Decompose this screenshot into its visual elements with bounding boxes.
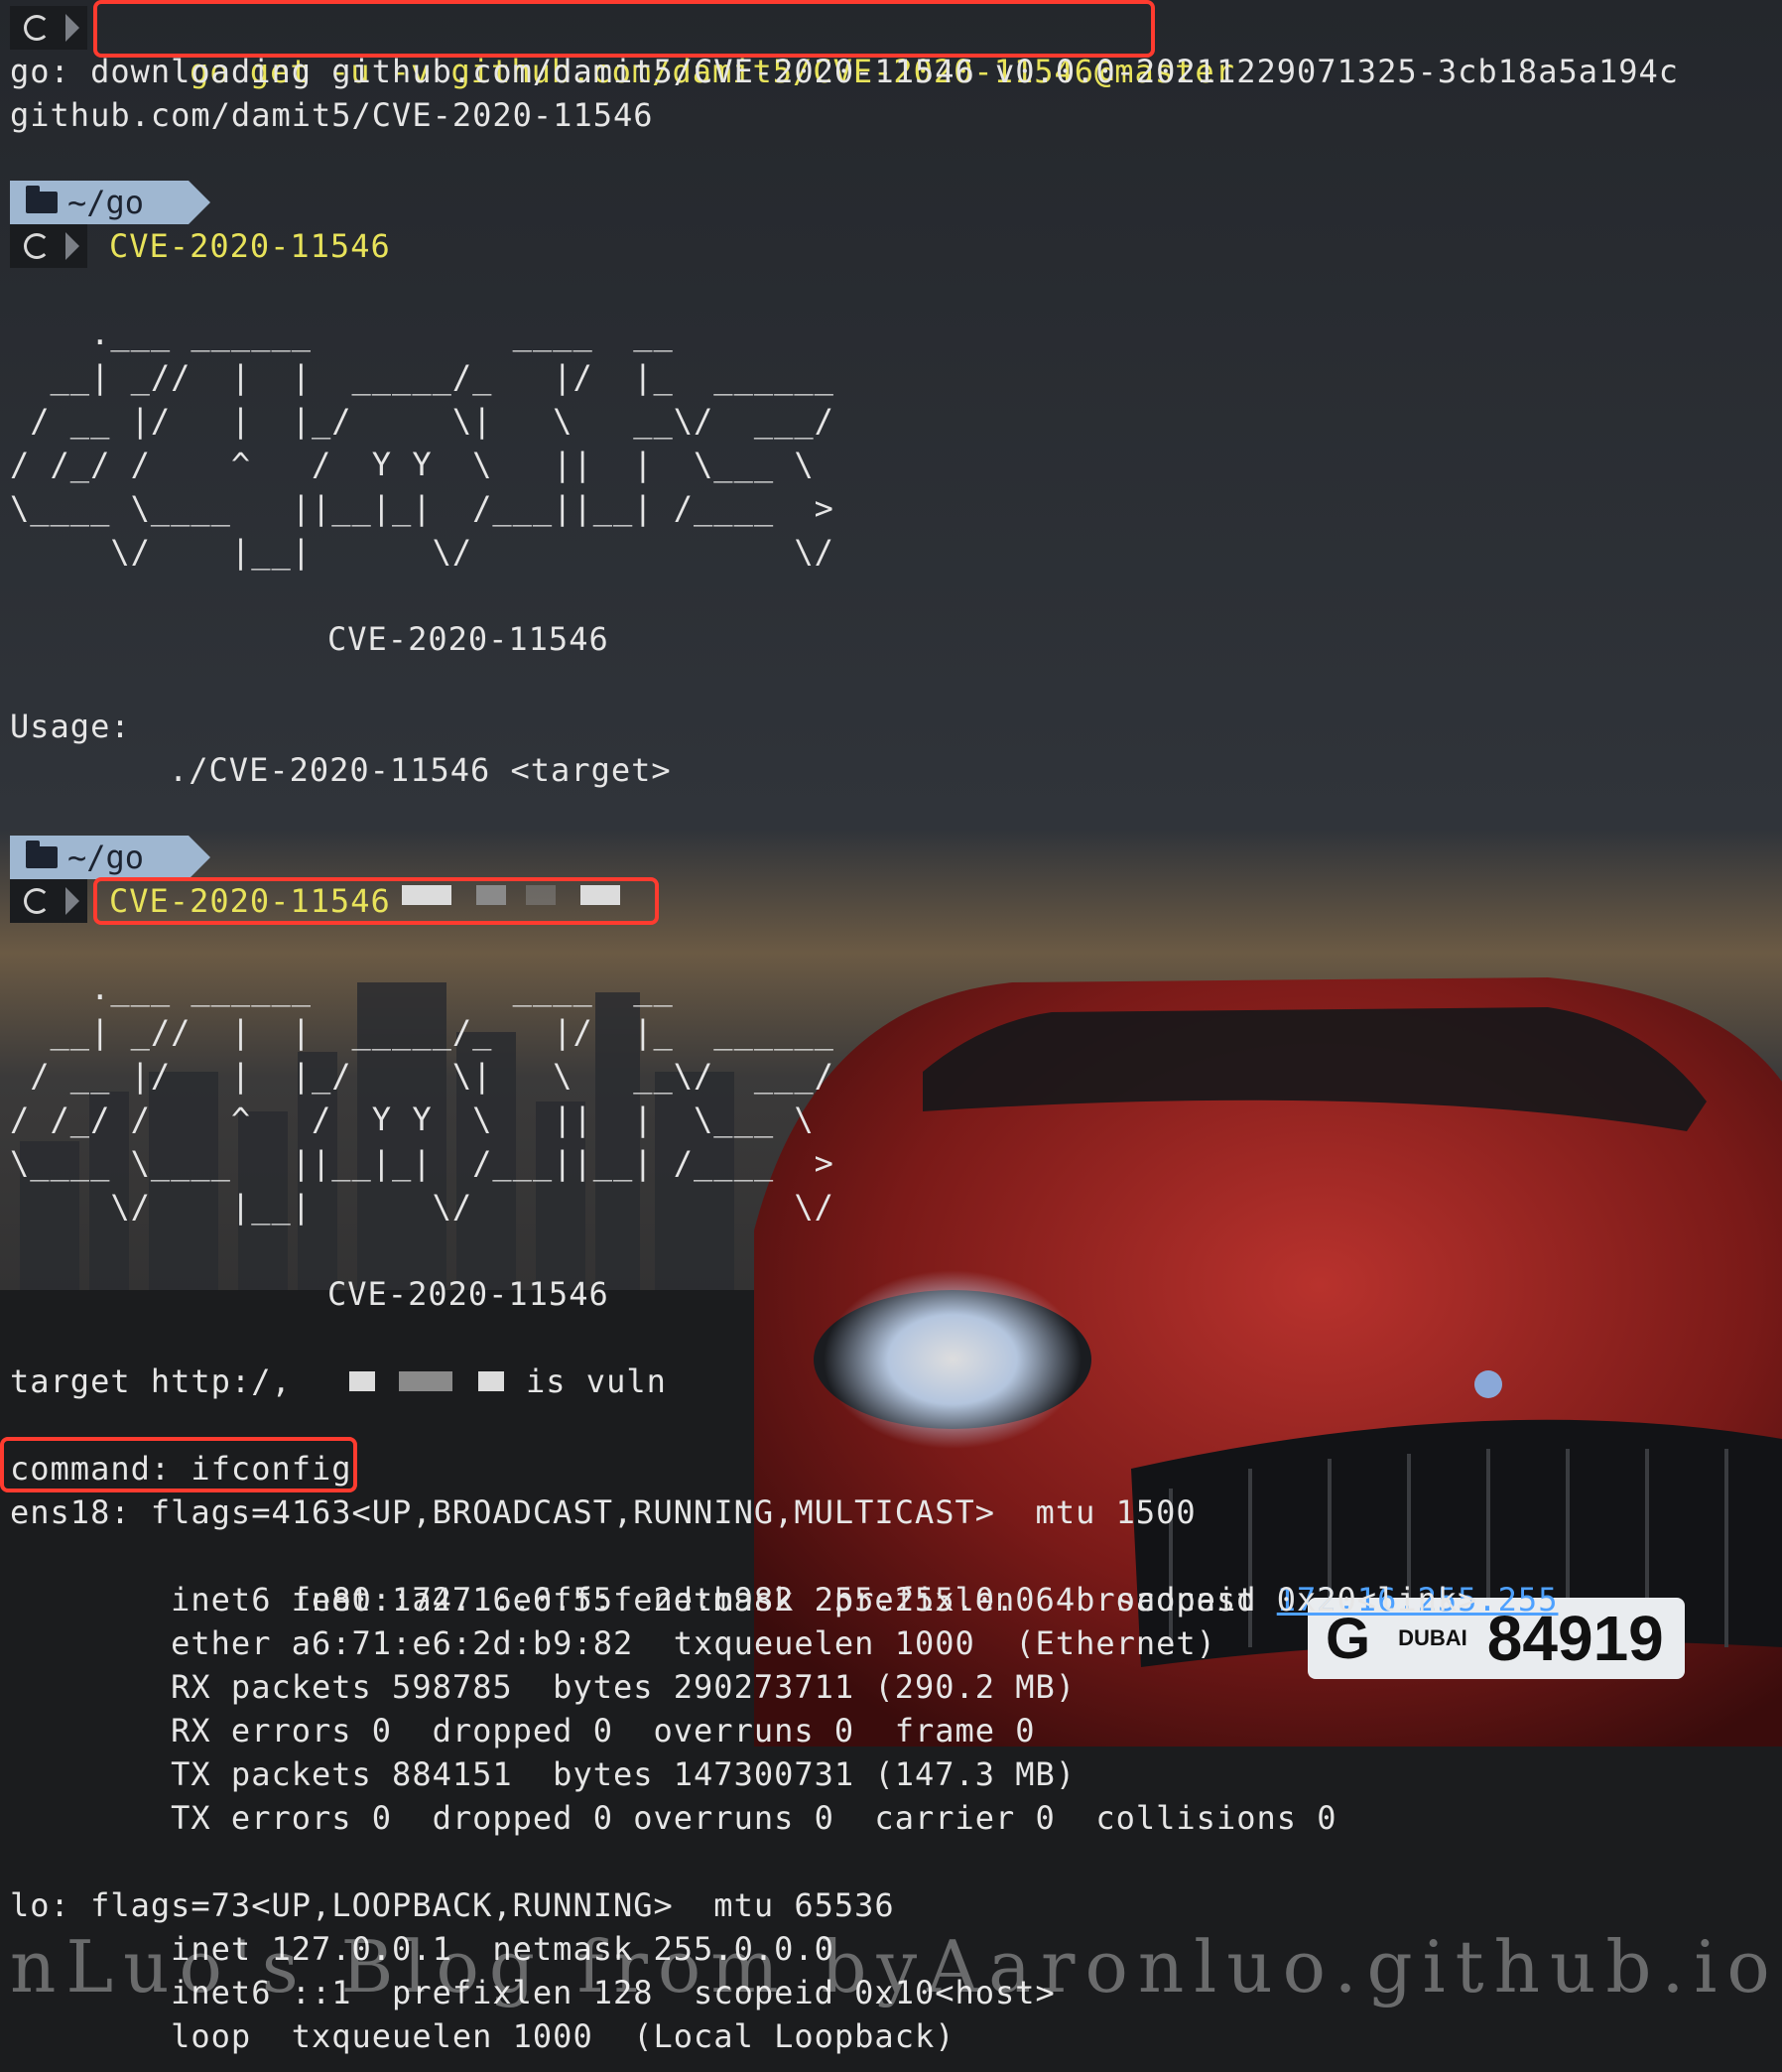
ascii-line: .___ ______ ____ __ — [10, 970, 674, 1007]
ifconfig-line: inet6 fe80::a471:e6ff:fe2d:b982 prefixle… — [10, 1581, 1478, 1619]
directory-label: ~/go — [67, 839, 145, 876]
ascii-line: \____ \____ ||__|_| /___||__| /____ > — [10, 489, 834, 527]
prompt-arrow-icon — [65, 887, 79, 915]
ifconfig-line: RX errors 0 dropped 0 overruns 0 frame 0 — [10, 1712, 1036, 1749]
prompt-icons — [10, 224, 87, 268]
output-line: go: downloading github.com/damit5/CVE-20… — [10, 53, 1680, 90]
ifconfig-line: TX packets 884151 bytes 147300731 (147.3… — [10, 1755, 1077, 1793]
ascii-line: / /_/ / ^ / Y Y \ || | \___ \ — [10, 446, 815, 483]
prompt-arrow-icon — [65, 232, 79, 260]
usage-command: ./CVE-2020-11546 <target> — [169, 751, 672, 789]
debian-swirl-icon — [24, 15, 50, 41]
ascii-line: / /_/ / ^ / Y Y \ || | \___ \ — [10, 1101, 815, 1138]
prompt-icons — [10, 879, 87, 923]
redacted-text — [399, 1371, 452, 1391]
prompt-icons — [10, 6, 87, 50]
ascii-line: __| _// | | _____/_ |/ |_ ______ — [10, 358, 834, 396]
ascii-line: / __ |/ | |_/ \| \ __\/ ___/ — [10, 402, 834, 440]
ifconfig-line: TX errors 0 dropped 0 overruns 0 carrier… — [10, 1799, 1337, 1837]
redacted-text — [478, 1371, 504, 1391]
ifconfig-line: lo: flags=73<UP,LOOPBACK,RUNNING> mtu 65… — [10, 1886, 895, 1924]
ifconfig-line: ens18: flags=4163<UP,BROADCAST,RUNNING,M… — [10, 1493, 1197, 1531]
prompt-directory: ~/go — [10, 836, 210, 879]
target-status: is vuln — [526, 1362, 667, 1400]
ascii-line: .___ ______ ____ __ — [10, 315, 674, 352]
usage-label: Usage: — [10, 708, 131, 745]
prompt-arrow-icon — [65, 14, 79, 42]
ifconfig-line: loop txqueuelen 1000 (Local Loopback) — [10, 2017, 955, 2055]
debian-swirl-icon — [24, 233, 50, 259]
highlight-box — [93, 877, 659, 925]
highlight-box — [0, 1437, 357, 1492]
debian-swirl-icon — [24, 888, 50, 914]
ascii-line: \/ |__| \/ \/ — [10, 1188, 834, 1226]
ascii-line: __| _// | | _____/_ |/ |_ ______ — [10, 1013, 834, 1051]
watermark: nLuo's Blog from byAaronluo.github.io — [10, 1925, 1780, 2008]
terminal-window[interactable]: go get -u -v github.com/damit5/CVE-2020-… — [0, 0, 1782, 2072]
redacted-text — [349, 1371, 375, 1391]
ifconfig-line: ether a6:71:e6:2d:b9:82 txqueuelen 1000 … — [10, 1624, 1216, 1662]
folder-icon — [26, 186, 58, 213]
ifconfig-line: RX packets 598785 bytes 290273711 (290.2… — [10, 1668, 1077, 1706]
ascii-line: \____ \____ ||__|_| /___||__| /____ > — [10, 1144, 834, 1182]
prompt-directory: ~/go — [10, 181, 210, 224]
command-run: CVE-2020-11546 — [109, 227, 391, 265]
ascii-line: / __ |/ | |_/ \| \ __\/ ___/ — [10, 1057, 834, 1095]
target-prefix: target http:/, — [10, 1362, 292, 1400]
output-line: github.com/damit5/CVE-2020-11546 — [10, 96, 654, 134]
banner-title: CVE-2020-11546 — [327, 620, 609, 658]
directory-label: ~/go — [67, 184, 145, 221]
ascii-line: \/ |__| \/ \/ — [10, 533, 834, 571]
banner-title: CVE-2020-11546 — [327, 1275, 609, 1313]
folder-icon — [26, 841, 58, 868]
